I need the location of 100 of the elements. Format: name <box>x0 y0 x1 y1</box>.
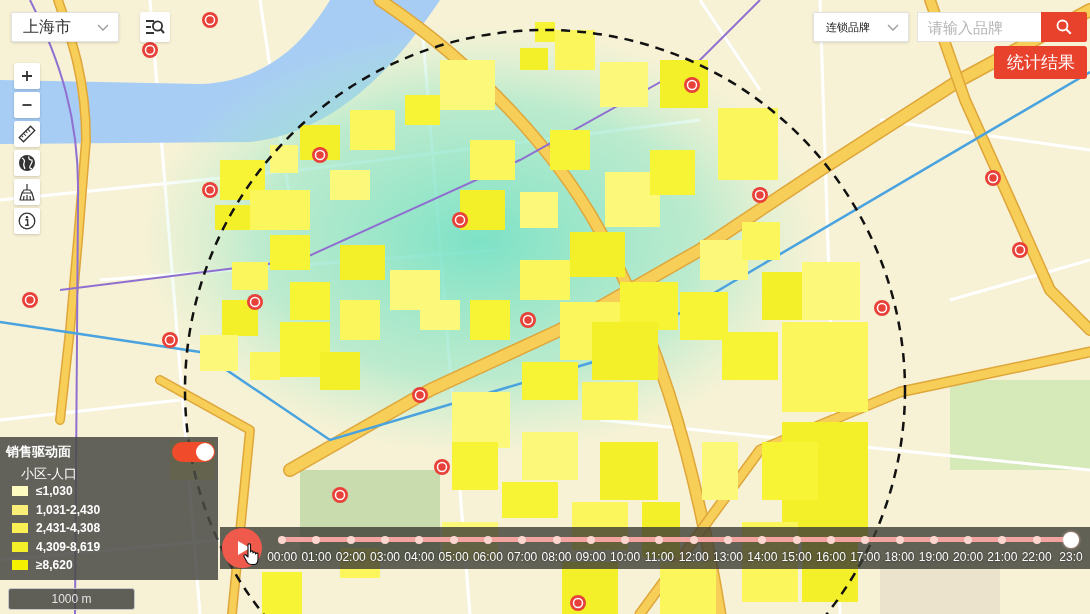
legend-label: ≤1,030 <box>36 484 73 499</box>
tick-dot-icon <box>964 535 973 544</box>
residential-block <box>270 145 298 173</box>
residential-block <box>600 442 658 500</box>
time-label: 09:00 <box>575 548 606 565</box>
stats-button[interactable]: 统计结果 <box>994 46 1087 79</box>
time-label: 12:00 <box>678 548 709 565</box>
zoom-out-button[interactable] <box>14 92 40 118</box>
residential-block <box>802 262 860 320</box>
time-label: 17:00 <box>850 548 881 565</box>
residential-block <box>522 432 578 480</box>
tick-dot-icon <box>655 535 664 544</box>
time-label: 22:00 <box>1021 548 1052 565</box>
residential-block <box>520 192 558 228</box>
metro-station-icon <box>434 459 450 475</box>
tick-dot-icon <box>929 535 938 544</box>
tick-dot-icon <box>1032 535 1041 544</box>
clear-button[interactable] <box>14 179 40 205</box>
time-label: 11:00 <box>644 548 674 565</box>
residential-block <box>200 335 238 371</box>
time-label: 23:0 <box>1059 548 1083 565</box>
city-select[interactable]: 上海市 <box>11 12 119 42</box>
metro-station-icon <box>1012 242 1028 258</box>
tick-dot-icon <box>586 535 595 544</box>
tick-dot-icon <box>381 535 390 544</box>
chevron-down-icon <box>97 23 109 31</box>
tick-dot-icon <box>998 535 1007 544</box>
residential-block <box>290 282 330 320</box>
residential-block <box>650 150 695 195</box>
brush-icon <box>18 183 36 201</box>
brand-search-field[interactable]: 请输入品牌 <box>917 12 1041 42</box>
time-label: 16:00 <box>815 548 846 565</box>
plus-icon <box>21 70 33 82</box>
play-icon <box>237 541 250 555</box>
list-search-button[interactable] <box>140 12 170 42</box>
info-icon <box>18 212 36 230</box>
metro-station-icon <box>142 42 158 58</box>
measure-button[interactable] <box>14 121 40 147</box>
tick-dot-icon <box>861 535 870 544</box>
metro-station-icon <box>202 182 218 198</box>
legend-title: 销售驱动面 <box>6 443 71 461</box>
search-button[interactable] <box>1041 12 1087 42</box>
residential-block <box>605 172 660 227</box>
time-label: 19:00 <box>918 548 949 565</box>
time-label: 13:00 <box>713 548 743 565</box>
layer-label: 小区-人口 <box>21 465 78 483</box>
metro-station-icon <box>570 595 586 611</box>
time-label: 21:00 <box>987 548 1018 565</box>
residential-block <box>700 240 748 280</box>
tick-dot-icon <box>278 535 287 544</box>
metro-station-icon <box>247 294 263 310</box>
tick-dot-icon <box>724 535 733 544</box>
time-label: 14:00 <box>747 548 778 565</box>
time-label: 15:00 <box>781 548 812 565</box>
residential-block <box>452 392 510 448</box>
tick-dot-icon <box>346 535 355 544</box>
residential-block <box>570 232 625 277</box>
residential-block <box>680 292 728 340</box>
tick-dot-icon <box>689 535 698 544</box>
chevron-down-icon <box>887 23 899 31</box>
brand-select[interactable]: 连锁品牌 <box>813 12 909 42</box>
metro-station-icon <box>452 212 468 228</box>
metro-station-icon <box>412 387 428 403</box>
residential-block <box>340 300 380 340</box>
tick-dot-icon <box>792 535 801 544</box>
toggle-switch[interactable] <box>172 442 215 462</box>
residential-block <box>470 300 510 340</box>
metro-station-icon <box>752 187 768 203</box>
residential-block <box>460 190 505 230</box>
residential-block <box>522 362 578 400</box>
residential-block <box>600 62 648 107</box>
residential-block <box>502 482 558 518</box>
time-label: 01:00 <box>301 548 332 565</box>
list-search-icon <box>145 19 165 35</box>
time-label: 08:00 <box>541 548 572 565</box>
metro-station-icon <box>684 77 700 93</box>
tick-dot-icon <box>552 535 561 544</box>
search-icon <box>1056 19 1072 35</box>
zoom-in-button[interactable] <box>14 63 40 89</box>
tick-dot-icon <box>483 535 492 544</box>
globe-icon <box>18 154 36 172</box>
tick-dot-icon <box>621 535 630 544</box>
metro-station-icon <box>312 147 328 163</box>
time-label: 06:00 <box>472 548 503 565</box>
time-label: 04:00 <box>404 548 435 565</box>
info-button[interactable] <box>14 208 40 234</box>
residential-block <box>420 300 460 330</box>
tick-dot-icon <box>758 535 767 544</box>
metro-station-icon <box>22 292 38 308</box>
time-label: 02:00 <box>335 548 366 565</box>
globe-button[interactable] <box>14 150 40 176</box>
residential-block <box>262 572 302 614</box>
residential-block <box>270 235 310 270</box>
metro-station-icon <box>332 487 348 503</box>
residential-block <box>340 245 385 280</box>
residential-block <box>520 48 548 70</box>
slider-thumb[interactable] <box>1063 531 1080 548</box>
time-label: 03:00 <box>370 548 401 565</box>
residential-block <box>718 108 778 180</box>
tick-dot-icon <box>312 535 321 544</box>
